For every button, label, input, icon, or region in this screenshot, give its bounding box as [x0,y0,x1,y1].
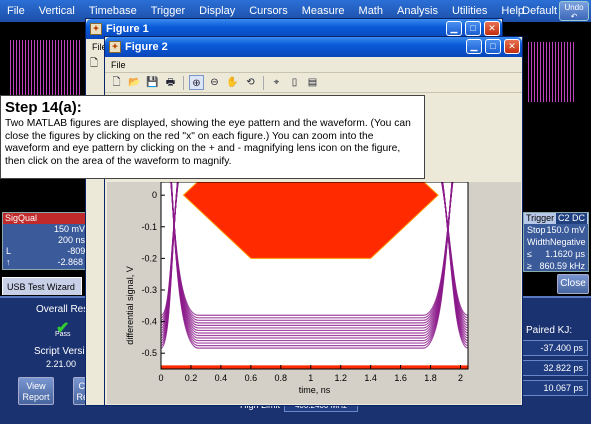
channel-badge: C2 DC [555,213,587,224]
menu-cursors[interactable]: Cursors [242,5,295,17]
x-tick-label: 2 [458,373,463,383]
rotate-icon[interactable]: ⟲ [243,75,258,90]
kj-value: -37.400 ps [522,340,588,356]
figure-2-title: Figure 2 [125,41,168,53]
trigger-row: ≤1.1620 µs [527,249,585,259]
view-report-button[interactable]: View Report [18,377,54,405]
undo-icon: ↶ [570,12,578,21]
x-tick-label: 1.2 [334,373,347,383]
y-tick-label: -0.2 [141,253,157,263]
menu-trigger[interactable]: Trigger [144,5,192,17]
x-tick-label: 1.6 [394,373,407,383]
scope-trace-right [528,42,576,102]
y-tick-label: 0 [152,190,157,200]
maximize-button[interactable]: □ [465,21,481,36]
default-setup-label[interactable]: Default [522,5,557,17]
y-tick-label: -0.1 [141,222,157,232]
legend-icon[interactable]: ▤ [305,75,320,90]
menu-math[interactable]: Math [352,5,390,17]
new-icon[interactable]: 🗋 [109,75,124,90]
matlab-icon: ✦ [90,23,102,35]
minimize-button[interactable]: ▁ [466,39,482,54]
trigger-row: Width Negative [527,237,586,247]
menu-vertical[interactable]: Vertical [32,5,82,17]
usb-test-wizard-tab[interactable]: USB Test Wizard [2,277,82,295]
menu-utilities[interactable]: Utilities [445,5,494,17]
figure-2-toolbar: 🗋 📂 💾 🖶 ⊕ ⊖ ✋ ⟲ ⌖ ▯ ▤ [105,73,522,93]
trigger-panel[interactable]: Trigger C2 DC Stop 150.0 mV Width Negative … [523,212,589,272]
maximize-button[interactable]: □ [485,39,501,54]
paired-kj-label: Paired KJ: [526,325,573,336]
x-tick-label: 1.8 [424,373,437,383]
toolbar-separator [183,75,184,90]
x-tick-label: 1 [308,373,313,383]
y-axis-label: differential signal, V [125,266,135,344]
close-button[interactable]: Close [557,274,589,294]
menu-display[interactable]: Display [192,5,242,17]
y-tick-label: -0.5 [141,348,157,358]
undo-label: Undo [564,3,584,12]
figure-2-menu-file[interactable]: File [105,57,522,73]
x-tick-label: 1.4 [364,373,377,383]
step-body: Two MATLAB figures are displayed, showin… [5,118,411,167]
script-version-label: Script Versio [34,346,91,357]
x-axis-label: time, ns [299,385,331,395]
menu-timebase[interactable]: Timebase [82,5,144,17]
data-cursor-icon[interactable]: ⌖ [269,75,284,90]
open-icon[interactable]: 📂 [127,75,142,90]
x-tick-label: 0 [158,373,163,383]
menu-measure[interactable]: Measure [295,5,352,17]
pan-icon[interactable]: ✋ [225,75,240,90]
kj-value: 10.067 ps [522,380,588,396]
y-tick-label: -0.4 [141,317,157,327]
menu-file[interactable]: File [0,5,32,17]
toolbar-separator [263,75,264,90]
trigger-row: Stop 150.0 mV [527,225,585,235]
y-tick-label: -0.3 [141,285,157,295]
kj-value: 32.822 ps [522,360,588,376]
eye-diagram-plot: 0 0.2 0.4 0.6 0.8 1 1.2 1.4 1.6 1.8 2 0 -0.1 -0.2 -0.3… [125,100,469,395]
x-tick-label: 0.6 [245,373,258,383]
zoom-out-icon[interactable]: ⊖ [207,75,222,90]
x-tick-label: 0.4 [215,373,228,383]
pass-label: Pass [55,331,71,338]
figure-2-plot-area: 0 0.2 0.4 0.6 0.8 1 1.2 1.4 1.6 1.8 2 0 -0.1 -0.2 -0.3… [107,100,521,404]
x-tick-label: 0.8 [275,373,288,383]
matlab-icon: ✦ [109,41,121,53]
print-icon[interactable]: 🖶 [163,75,178,90]
new-icon[interactable]: 🗋 [90,56,98,73]
close-window-button[interactable]: ✕ [484,21,500,36]
step-instruction-box: Step 14(a): Two MATLAB figures are displ… [0,95,425,179]
menu-analysis[interactable]: Analysis [390,5,445,17]
undo-button[interactable]: Undo ↶ [559,1,589,21]
close-window-button[interactable]: ✕ [504,39,520,54]
zoom-in-icon[interactable]: ⊕ [189,75,204,90]
x-tick-label: 0.2 [185,373,198,383]
minimize-button[interactable]: ▁ [446,21,462,36]
save-icon[interactable]: 💾 [145,75,160,90]
colorbar-icon[interactable]: ▯ [287,75,302,90]
trigger-header: Trigger C2 DC [524,213,588,224]
figure-1-title: Figure 1 [106,23,149,35]
step-title: Step 14(a): [5,99,82,116]
trigger-row: ≥860.59 kHz [527,261,585,271]
figure-2-titlebar[interactable]: ✦ Figure 2 [105,37,522,57]
script-version-value: 2.21.00 [46,359,77,369]
